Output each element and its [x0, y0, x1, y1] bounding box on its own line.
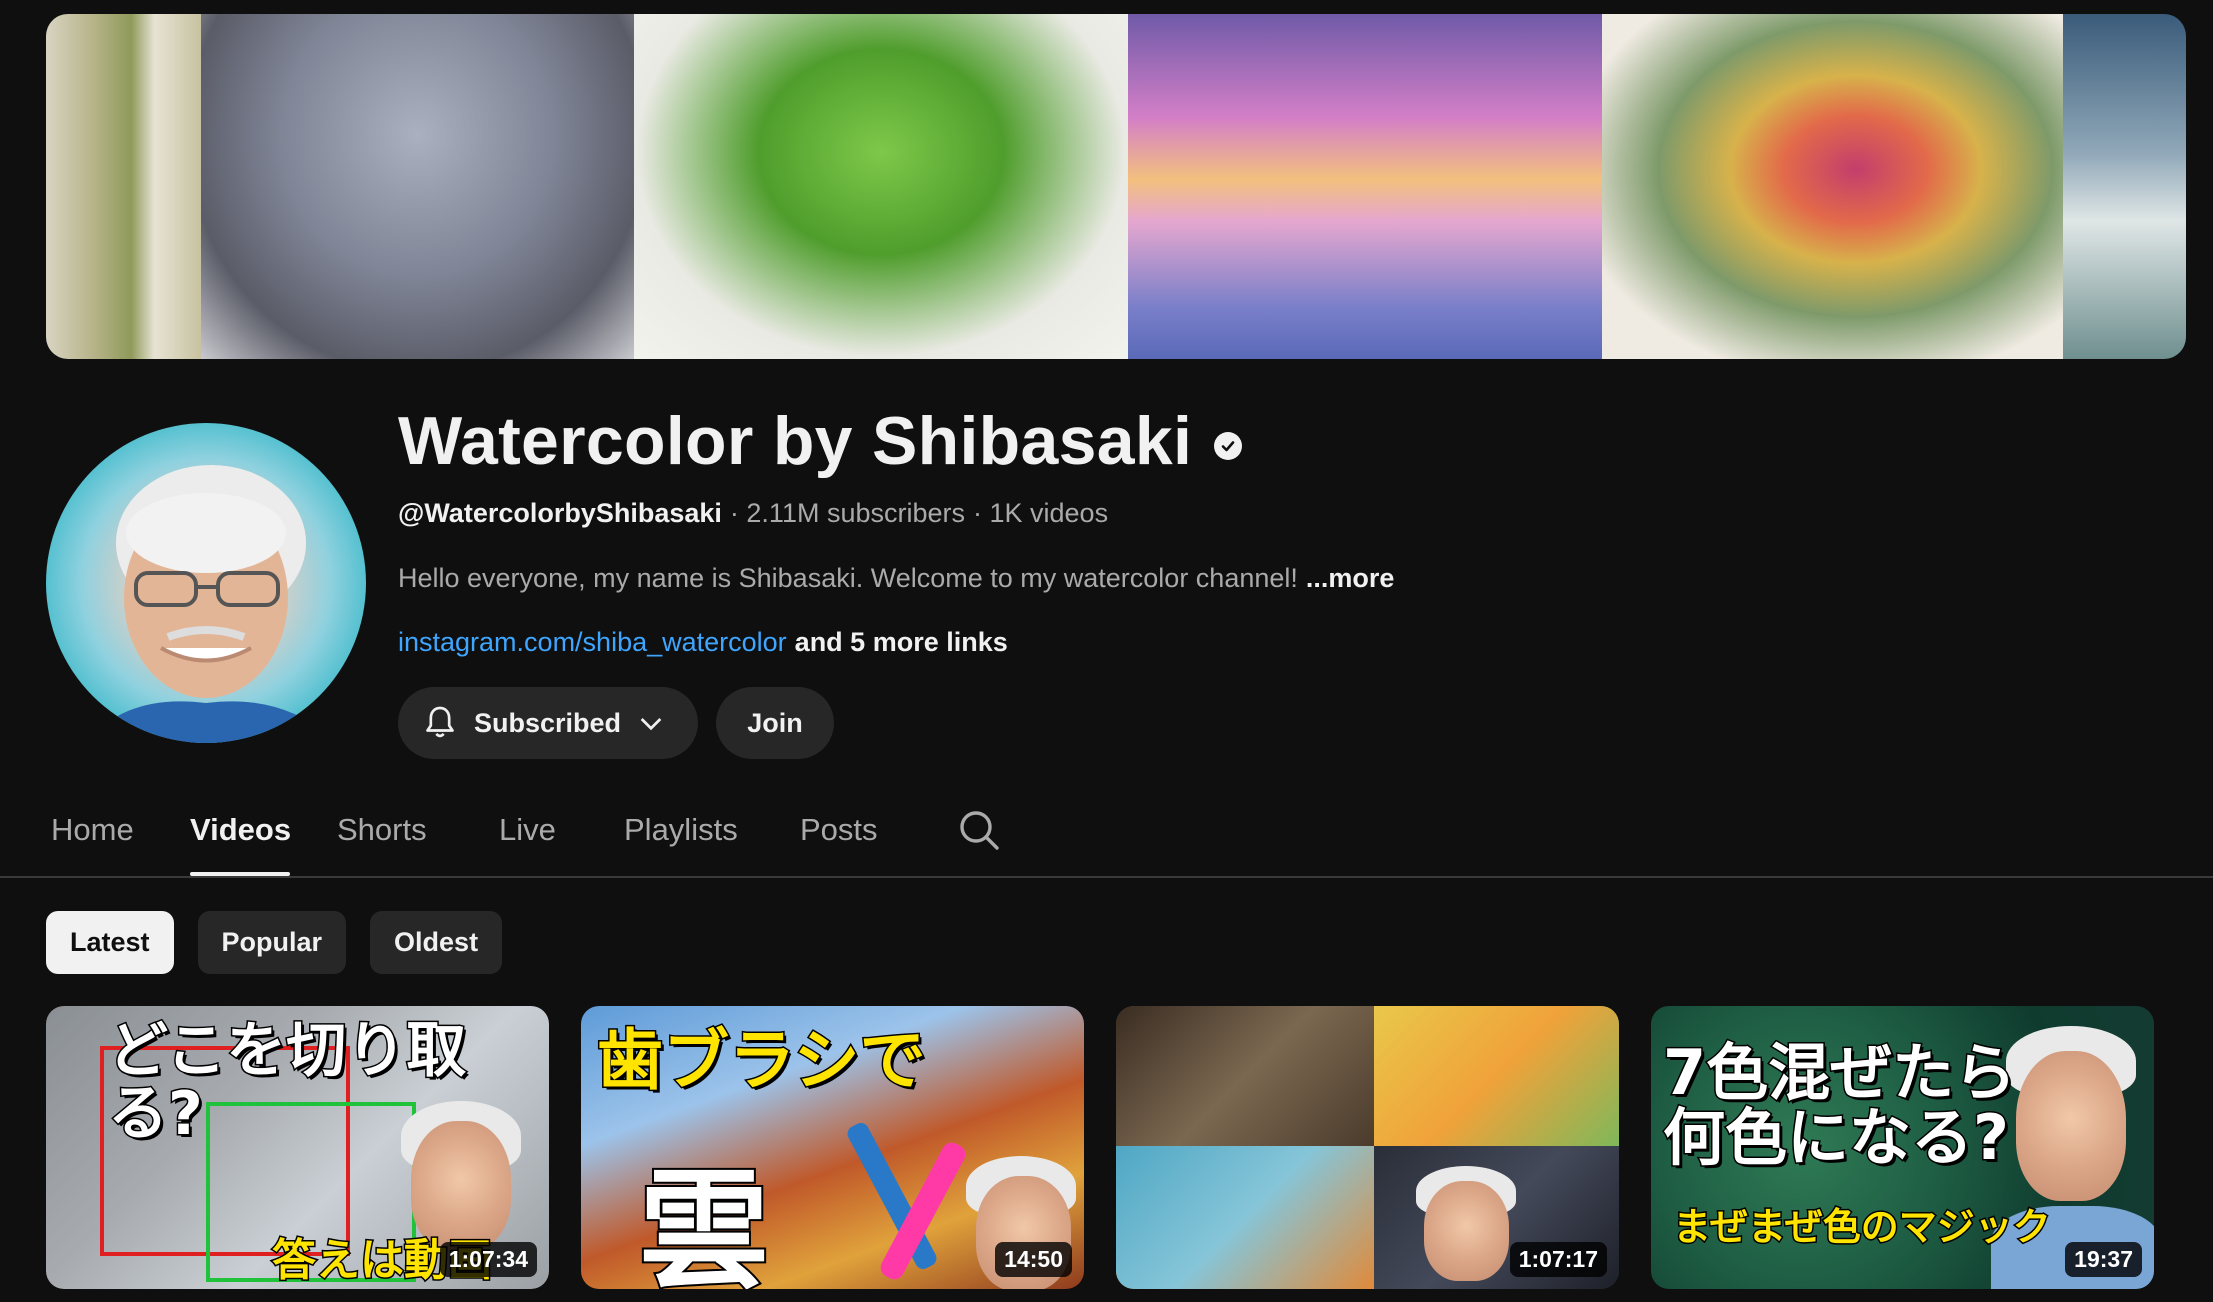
banner-painting-sunset — [1128, 14, 1602, 359]
subscribed-label: Subscribed — [474, 707, 622, 738]
video-duration: 1:07:34 — [439, 1242, 537, 1277]
subscribed-button[interactable]: Subscribed — [398, 687, 698, 759]
active-tab-indicator — [190, 872, 290, 876]
banner-painting-tree — [634, 14, 1128, 359]
more-links-button[interactable]: and 5 more links — [795, 627, 1008, 658]
check-badge-icon — [1214, 432, 1243, 460]
thumbnail-title: 歯ブラシで — [596, 1022, 928, 1099]
bell-icon — [426, 706, 454, 738]
join-label: Join — [747, 707, 803, 738]
more-link[interactable]: ...more — [1306, 563, 1395, 594]
channel-actions: Subscribed Join — [398, 687, 834, 759]
thumbnail-title: どこを切り取る? — [107, 1016, 468, 1149]
video-thumbnail[interactable]: 7色混ぜたら 何色になる? まぜまぜ色のマジック 19:37 — [1651, 1006, 2154, 1289]
banner-painting-cathedral — [201, 14, 634, 359]
tab-posts[interactable]: Posts — [800, 812, 878, 848]
collage-panel-fish — [1116, 1146, 1374, 1289]
subscriber-count: · 2.11M subscribers — [729, 498, 965, 528]
channel-tabs: Home Videos Shorts Live Playlists Posts — [0, 790, 2213, 878]
channel-meta: @WatercolorbyShibasaki · 2.11M subscribe… — [398, 498, 1108, 529]
channel-links: instagram.com/shiba_watercolor and 5 mor… — [398, 627, 1008, 658]
channel-name: Watercolor by Shibasaki — [398, 403, 1193, 479]
chip-popular[interactable]: Popular — [197, 911, 347, 974]
thumbnail-subtitle: 雲 — [637, 1153, 771, 1289]
video-thumbnail[interactable]: 歯ブラシで 雲 14:50 — [581, 1006, 1084, 1289]
avatar-portrait-icon — [86, 465, 336, 743]
chip-oldest[interactable]: Oldest — [370, 911, 503, 974]
search-icon[interactable] — [955, 806, 1003, 854]
thumbnail-subtitle: まぜまぜ色のマジック — [1672, 1204, 2053, 1251]
chevron-down-icon — [640, 718, 662, 731]
join-button[interactable]: Join — [716, 687, 834, 759]
artist-face — [2016, 1051, 2126, 1201]
channel-title-row: Watercolor by Shibasaki — [398, 402, 1243, 480]
channel-avatar[interactable] — [46, 423, 366, 743]
chip-latest[interactable]: Latest — [46, 911, 174, 974]
banner-painting-sea — [2063, 14, 2186, 359]
collage-panel-painting — [1374, 1006, 1619, 1146]
description-text: Hello everyone, my name is Shibasaki. We… — [398, 563, 1298, 593]
artist-face — [1424, 1181, 1509, 1281]
video-grid: どこを切り取る? 答えは動画 1:07:34 歯ブラシで 雲 14:50 1:0… — [46, 1006, 2154, 1289]
video-duration: 14:50 — [995, 1242, 1072, 1277]
video-thumbnail[interactable]: 1:07:17 — [1116, 1006, 1619, 1289]
sort-chips: Latest Popular Oldest — [46, 911, 503, 974]
video-count: · 1K videos — [973, 498, 1109, 528]
channel-handle: @WatercolorbyShibasaki — [398, 498, 722, 528]
channel-description[interactable]: Hello everyone, my name is Shibasaki. We… — [398, 563, 1394, 594]
tab-videos[interactable]: Videos — [190, 812, 291, 848]
channel-banner — [46, 14, 2186, 359]
collage-panel-gallery — [1116, 1006, 1374, 1146]
tab-home[interactable]: Home — [51, 812, 134, 848]
thumbnail-title: 7色混ぜたら 何色になる? — [1661, 1036, 2017, 1175]
instagram-link[interactable]: instagram.com/shiba_watercolor — [398, 627, 787, 658]
tab-live[interactable]: Live — [499, 812, 556, 848]
video-duration: 1:07:17 — [1509, 1242, 1607, 1277]
banner-painting-birch — [46, 14, 201, 359]
video-thumbnail[interactable]: どこを切り取る? 答えは動画 1:07:34 — [46, 1006, 549, 1289]
tab-shorts[interactable]: Shorts — [337, 812, 427, 848]
banner-painting-roses — [1602, 14, 2063, 359]
video-duration: 19:37 — [2065, 1242, 2142, 1277]
tab-playlists[interactable]: Playlists — [624, 812, 738, 848]
